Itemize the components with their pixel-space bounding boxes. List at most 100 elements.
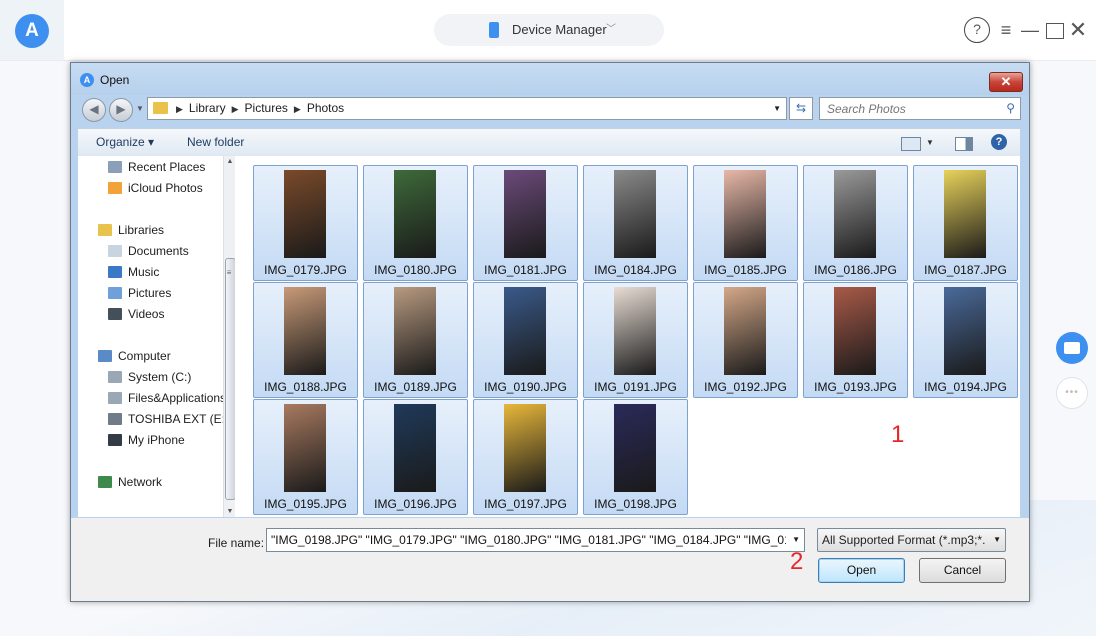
file-name-caption: IMG_0189.JPG [374, 380, 457, 394]
view-options-dropdown[interactable]: ▼ [926, 129, 934, 156]
dialog-close-button[interactable]: ✕ [989, 72, 1023, 92]
refresh-button[interactable]: ⇆ [789, 97, 813, 120]
nav-item-documents[interactable]: Documents [108, 242, 189, 260]
preview-pane-icon[interactable] [955, 137, 973, 151]
photo-preview [724, 287, 766, 375]
logo-letter: A [25, 20, 39, 41]
photo-preview [834, 170, 876, 258]
file-thumbnail[interactable]: IMG_0181.JPG [473, 165, 578, 281]
close-app-button[interactable]: ✕ [1068, 16, 1088, 44]
nav-item-icloud-photos[interactable]: iCloud Photos [108, 179, 203, 197]
file-name-caption: IMG_0180.JPG [374, 263, 457, 277]
file-thumbnail[interactable]: IMG_0187.JPG [913, 165, 1018, 281]
minimize-button[interactable]: — [1020, 16, 1040, 44]
breadcrumb-separator-icon: ▶ [293, 104, 301, 114]
file-thumbnail[interactable]: IMG_0186.JPG [803, 165, 908, 281]
organize-button[interactable]: Organize ▾ [96, 129, 154, 156]
nav-item-music[interactable]: Music [108, 263, 159, 281]
photo-preview [614, 287, 656, 375]
app-header: A Device Manager ﹀ ? ≡ — ✕ [0, 0, 1096, 61]
file-name-label: File name: [208, 536, 265, 550]
file-name-caption: IMG_0196.JPG [374, 497, 457, 511]
search-box[interactable]: ⚲ [819, 97, 1021, 120]
photo-preview [724, 170, 766, 258]
computer-icon [98, 350, 112, 362]
file-name-caption: IMG_0197.JPG [484, 497, 567, 511]
forward-button[interactable]: ▶ [109, 98, 133, 122]
nav-item-toshiba-ext-e[interactable]: TOSHIBA EXT (E: [108, 410, 225, 428]
address-bar[interactable]: ▶ Library ▶ Pictures ▶ Photos ▼ [147, 97, 787, 120]
videos-icon [108, 308, 122, 320]
breadcrumb-pictures[interactable]: Pictures [245, 101, 288, 115]
toolbox-button[interactable] [1056, 332, 1088, 364]
nav-item-libraries[interactable]: Libraries [98, 221, 164, 239]
file-thumbnail[interactable]: IMG_0197.JPG [473, 399, 578, 515]
nav-item-files-applications[interactable]: Files&Applications [108, 389, 226, 407]
file-thumbnail[interactable]: IMG_0193.JPG [803, 282, 908, 398]
nav-item-network[interactable]: Network [98, 473, 162, 491]
file-thumbnail[interactable]: IMG_0185.JPG [693, 165, 798, 281]
breadcrumb-photos[interactable]: Photos [307, 101, 344, 115]
file-thumbnail[interactable]: IMG_0188.JPG [253, 282, 358, 398]
device-selector[interactable]: Device Manager ﹀ [434, 14, 664, 46]
recent-locations-dropdown[interactable]: ▼ [136, 99, 146, 119]
address-dropdown-icon[interactable]: ▼ [773, 98, 781, 119]
file-name-caption: IMG_0192.JPG [704, 380, 787, 394]
format-filter-select[interactable]: All Supported Format (*.mp3;*. ▼ [817, 528, 1006, 552]
file-thumbnail[interactable]: IMG_0192.JPG [693, 282, 798, 398]
nav-item-label: iCloud Photos [128, 181, 203, 195]
open-dialog: A Open ✕ ◀ ▶ ▼ ▶ Library ▶ Pictures ▶ Photos … [70, 62, 1030, 602]
scroll-grip-icon: ≡ [226, 268, 232, 277]
file-thumbnail[interactable]: IMG_0191.JPG [583, 282, 688, 398]
nav-item-system-c[interactable]: System (C:) [108, 368, 191, 386]
breadcrumb-separator-icon: ▶ [231, 104, 239, 114]
nav-item-pictures[interactable]: Pictures [108, 284, 171, 302]
menu-button[interactable]: ≡ [996, 16, 1016, 44]
nav-item-computer[interactable]: Computer [98, 347, 171, 365]
new-folder-button[interactable]: New folder [187, 129, 244, 156]
cancel-button[interactable]: Cancel [919, 558, 1006, 583]
nav-item-recent-places[interactable]: Recent Places [108, 158, 205, 176]
search-input[interactable] [820, 98, 1004, 119]
file-name-caption: IMG_0190.JPG [484, 380, 567, 394]
navigation-pane: Recent Places iCloud Photos Libraries Docum… [78, 156, 236, 517]
back-button[interactable]: ◀ [82, 98, 106, 122]
file-thumbnail[interactable]: IMG_0189.JPG [363, 282, 468, 398]
file-thumbnail[interactable]: IMG_0196.JPG [363, 399, 468, 515]
file-name-caption: IMG_0186.JPG [814, 263, 897, 277]
more-apps-button[interactable]: ••• [1056, 377, 1088, 409]
maximize-button[interactable] [1046, 23, 1064, 39]
file-name-input[interactable] [267, 529, 790, 551]
file-thumbnail[interactable]: IMG_0198.JPG [583, 399, 688, 515]
search-icon[interactable]: ⚲ [1006, 98, 1015, 119]
iphone-icon [108, 434, 122, 446]
breadcrumb-library[interactable]: Library [189, 101, 226, 115]
file-thumbnail[interactable]: IMG_0184.JPG [583, 165, 688, 281]
help-icon[interactable]: ? [991, 134, 1007, 150]
format-dropdown-icon[interactable]: ▼ [993, 529, 1001, 551]
format-filter-label: All Supported Format (*.mp3;*. [822, 533, 986, 547]
file-grid: IMG_0179.JPG IMG_0180.JPG IMG_0181.JPG IMG_… [235, 156, 1020, 517]
nav-item-my-iphone[interactable]: My iPhone [108, 431, 185, 449]
file-name-caption: IMG_0194.JPG [924, 380, 1007, 394]
photo-preview [284, 404, 326, 492]
app-small-icon: A [80, 73, 94, 87]
file-name-caption: IMG_0195.JPG [264, 497, 347, 511]
pictures-icon [108, 287, 122, 299]
nav-item-label: Libraries [118, 223, 165, 237]
file-thumbnail[interactable]: IMG_0194.JPG [913, 282, 1018, 398]
nav-item-videos[interactable]: Videos [108, 305, 164, 323]
file-thumbnail[interactable]: IMG_0179.JPG [253, 165, 358, 281]
change-view-icon[interactable] [901, 137, 921, 151]
nav-item-label: TOSHIBA EXT (E: [128, 412, 225, 426]
nav-item-label: Computer [118, 349, 171, 363]
file-name-caption: IMG_0187.JPG [924, 263, 1007, 277]
file-name-field[interactable]: ▼ [266, 528, 805, 552]
file-thumbnail[interactable]: IMG_0195.JPG [253, 399, 358, 515]
open-button[interactable]: Open [818, 558, 905, 583]
file-thumbnail[interactable]: IMG_0190.JPG [473, 282, 578, 398]
file-thumbnail[interactable]: IMG_0180.JPG [363, 165, 468, 281]
app-logo[interactable]: A [15, 14, 49, 48]
photo-preview [944, 287, 986, 375]
help-button[interactable]: ? [964, 17, 990, 43]
